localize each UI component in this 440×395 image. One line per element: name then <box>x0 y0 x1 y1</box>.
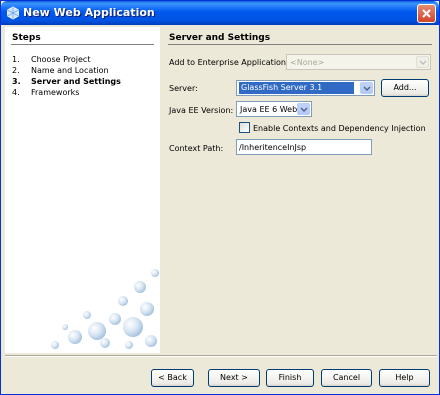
panel-divider <box>168 44 432 45</box>
panel-heading: Server and Settings <box>169 33 271 43</box>
enterprise-app-combo: <None> <box>286 54 431 70</box>
cdi-checkbox-label[interactable]: Enable Contexts and Dependency Injection <box>253 123 426 134</box>
title-bar[interactable]: New Web Application <box>1 1 439 25</box>
close-icon <box>422 9 431 18</box>
cdi-checkbox[interactable] <box>239 122 250 133</box>
enterprise-app-label: Add to Enterprise Application: <box>169 58 289 67</box>
enterprise-app-value: <None> <box>290 58 325 67</box>
server-value: GlassFish Server 3.1 <box>239 82 354 94</box>
step-item: 1. Choose Project <box>12 55 91 64</box>
server-settings-panel: Server and Settings Add to Enterprise Ap… <box>162 27 437 353</box>
back-button[interactable]: < Back <box>151 369 194 387</box>
step-item: 4. Frameworks <box>12 88 80 97</box>
new-web-application-dialog: New Web Application Steps 1. Choose Proje… <box>0 0 440 395</box>
steps-divider <box>11 44 154 45</box>
window-title: New Web Application <box>23 6 155 19</box>
context-path-input[interactable] <box>237 140 371 154</box>
add-server-button[interactable]: Add... <box>381 79 429 97</box>
javaee-version-label: Java EE Version: <box>169 106 234 115</box>
steps-list: 1. Choose Project 2. Name and Location 3. S… <box>12 54 121 98</box>
step-item-current: 3. Server and Settings <box>12 77 121 86</box>
netbeans-icon <box>7 6 19 20</box>
chevron-down-icon[interactable] <box>297 103 310 115</box>
chevron-down-icon <box>416 56 429 68</box>
decorative-bubbles-image <box>51 269 159 349</box>
close-button[interactable] <box>417 4 436 23</box>
context-path-field[interactable] <box>236 139 372 155</box>
server-label: Server: <box>169 84 198 93</box>
javaee-version-combo[interactable]: Java EE 6 Web <box>236 101 312 117</box>
javaee-version-value: Java EE 6 Web <box>240 105 298 114</box>
cancel-button[interactable]: Cancel <box>321 369 372 387</box>
next-button[interactable]: Next > <box>208 369 260 387</box>
steps-heading: Steps <box>12 33 41 43</box>
chevron-down-icon[interactable] <box>360 82 373 94</box>
button-bar-divider-highlight <box>5 356 437 357</box>
step-item: 2. Name and Location <box>12 66 109 75</box>
finish-button[interactable]: Finish <box>266 369 314 387</box>
server-combo[interactable]: GlassFish Server 3.1 <box>236 80 375 96</box>
context-path-label: Context Path: <box>169 144 224 153</box>
steps-panel: Steps 1. Choose Project 2. Name and Locati… <box>5 27 160 353</box>
help-button[interactable]: Help <box>379 369 430 387</box>
